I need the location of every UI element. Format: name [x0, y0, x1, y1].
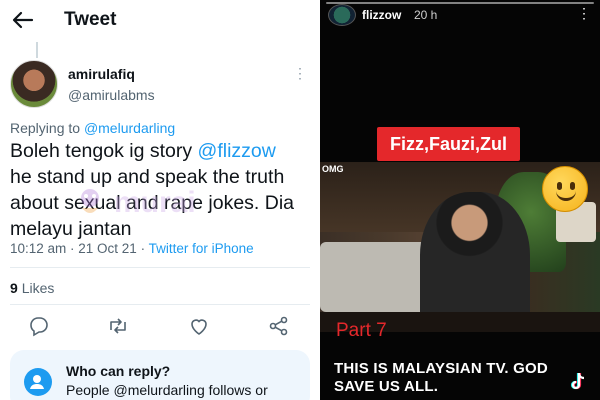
retweet-icon[interactable]	[106, 314, 130, 338]
watermark-logo: murai	[81, 186, 196, 219]
story-username[interactable]: flizzow	[362, 8, 401, 22]
story-overlay-label: Fizz,Fauzi,Zul	[377, 127, 520, 161]
watermark-text: murai	[114, 186, 196, 219]
tweet-header: Tweet	[0, 0, 320, 40]
tweet-actions	[0, 314, 320, 342]
likes-number: 9	[10, 280, 18, 296]
divider	[10, 304, 310, 305]
more-icon[interactable]: ⋮	[577, 6, 591, 20]
story-panel[interactable]: flizzow 20 h ⋮ Fizz,Fauzi,Zul OMG Part 7…	[320, 0, 600, 400]
more-icon[interactable]: ⋮	[293, 66, 307, 80]
scene-person	[420, 192, 530, 332]
replying-to: Replying to @melurdarling	[10, 120, 175, 136]
tweet-mention-link[interactable]: @flizzow	[198, 140, 276, 162]
share-icon[interactable]	[267, 314, 291, 338]
divider	[10, 267, 310, 268]
tweet-source-link[interactable]: Twitter for iPhone	[149, 241, 254, 256]
story-time: 20 h	[414, 8, 438, 22]
tweet-text-line1: Boleh tengok ig story	[10, 140, 198, 162]
like-icon[interactable]	[187, 314, 211, 338]
author-handle[interactable]: @amirulabms	[68, 87, 155, 103]
story-part-label: Part 7	[336, 320, 387, 341]
reply-settings-title: Who can reply?	[66, 363, 171, 379]
story-progress-bar	[326, 2, 594, 4]
thread-connector	[36, 42, 38, 58]
avatar[interactable]	[10, 60, 58, 108]
avatar[interactable]	[328, 4, 356, 26]
page-title: Tweet	[64, 9, 117, 30]
reply-settings-card[interactable]: Who can reply? People @melurdarling foll…	[10, 350, 310, 400]
emoji-mouth	[556, 191, 576, 201]
likes-count[interactable]: 9 Likes	[10, 280, 54, 296]
author-name[interactable]: amirulafiq	[68, 66, 135, 82]
tweet-timestamp[interactable]: 10:12 am · 21 Oct 21 ·	[10, 241, 149, 256]
likes-label: Likes	[21, 280, 55, 296]
emoji-eye	[557, 182, 562, 190]
person-icon	[24, 368, 52, 396]
reply-settings-subtitle: People @melurdarling follows or	[66, 382, 268, 398]
tweet-meta: 10:12 am · 21 Oct 21 · Twitter for iPhon…	[10, 241, 254, 256]
replying-prefix: Replying to	[10, 120, 81, 136]
reply-icon[interactable]	[27, 314, 51, 338]
tiktok-logo-icon	[570, 372, 585, 390]
emoji-eye	[570, 182, 575, 190]
tweet-panel: Tweet amirulafiq @amirulabms ⋮ Replying …	[0, 0, 320, 400]
replying-mention-link[interactable]: @melurdarling	[84, 120, 175, 136]
story-caption: THIS IS MALAYSIAN TV. GOD SAVE US ALL.	[334, 360, 548, 395]
back-arrow-icon[interactable]	[10, 8, 36, 32]
smile-emoji-icon	[542, 166, 588, 212]
channel-tag: OMG	[322, 164, 344, 174]
